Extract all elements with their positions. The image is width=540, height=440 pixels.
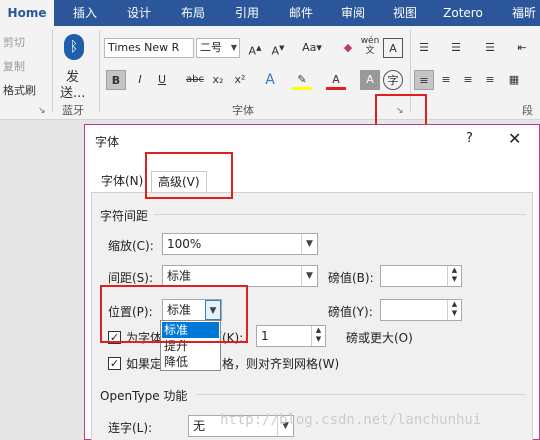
tab-design[interactable]: 设计: [118, 0, 160, 26]
change-case-icon[interactable]: Aa▾: [298, 38, 326, 58]
subscript-button[interactable]: x₂: [208, 70, 228, 90]
ligature-label: 连字(L):: [108, 421, 153, 435]
spinner-arrows-icon[interactable]: ▲ ▼: [447, 266, 461, 286]
align-left-icon[interactable]: ≡: [414, 70, 434, 90]
italic-button[interactable]: I: [130, 70, 150, 90]
strikethrough-button[interactable]: abc: [182, 70, 208, 90]
character-border-icon[interactable]: A: [383, 38, 403, 58]
font-name-combo[interactable]: Times New R: [104, 38, 194, 58]
align-center-icon[interactable]: ≡: [436, 70, 456, 90]
watermark: http://blog.csdn.net/lanchunhui: [220, 412, 482, 428]
advanced-tab-highlight: [145, 152, 233, 199]
ribbon-tab-bar: Home 插入 设计 布局 引用 邮件 审阅 视图 Zotero 福昕: [0, 0, 540, 26]
snap-to-grid-checkbox[interactable]: ✓: [108, 357, 121, 370]
bluetooth-group-label: 蓝牙: [62, 104, 84, 117]
kerning-suffix: 磅或更大(O): [346, 331, 413, 345]
scale-combo[interactable]: 100% ▼: [162, 233, 318, 255]
decrease-indent-icon[interactable]: ⇤: [512, 38, 532, 58]
position-points-spinner[interactable]: ▲ ▼: [380, 299, 462, 321]
underline-button[interactable]: U: [152, 70, 172, 90]
help-icon[interactable]: ?: [466, 131, 473, 146]
font-name-value: Times New R: [108, 41, 180, 54]
snap-to-grid-label: 如果定义了文档网格，则对齐到网格(W): [126, 357, 340, 371]
copy-button[interactable]: 复制: [3, 58, 25, 74]
kerning-value: 1: [261, 329, 269, 343]
spacing-combo[interactable]: 标准 ▼: [162, 265, 318, 287]
text-effects-icon[interactable]: A: [260, 70, 280, 90]
clear-formatting-icon[interactable]: ◆: [338, 38, 358, 58]
position-points-label: 磅值(Y):: [328, 305, 373, 319]
spacing-label: 间距(S):: [108, 271, 154, 285]
tab-zotero[interactable]: Zotero: [436, 0, 490, 26]
spacing-value: 标准: [167, 269, 192, 283]
bluetooth-icon[interactable]: ᛒ: [64, 34, 84, 60]
char-spacing-section-title: 字符间距: [100, 209, 149, 223]
distributed-icon[interactable]: ▦: [504, 70, 524, 90]
tab-insert[interactable]: 插入: [64, 0, 106, 26]
phonetic-guide-icon[interactable]: wén 文: [360, 36, 380, 56]
justify-icon[interactable]: ≡: [480, 70, 500, 90]
align-right-icon[interactable]: ≡: [458, 70, 478, 90]
font-size-combo[interactable]: 二号 ▼: [196, 38, 240, 58]
enclose-characters-icon[interactable]: 字: [383, 70, 403, 90]
section-divider: [196, 394, 526, 395]
opentype-section-title: OpenType 功能: [100, 389, 188, 403]
font-color-icon[interactable]: A: [326, 70, 346, 90]
bullets-icon[interactable]: ☰: [414, 38, 434, 58]
bold-button[interactable]: B: [106, 70, 126, 90]
chevron-down-icon: ▼: [230, 43, 237, 52]
tab-foxit[interactable]: 福昕: [504, 0, 540, 26]
tab-references[interactable]: 引用: [226, 0, 268, 26]
separator: [99, 30, 100, 112]
clipboard-launcher-icon[interactable]: ↘: [38, 106, 46, 116]
numbering-icon[interactable]: ☰: [446, 38, 466, 58]
character-shading-icon[interactable]: A: [360, 70, 380, 90]
multilevel-list-icon[interactable]: ☰: [480, 38, 500, 58]
close-icon[interactable]: ✕: [508, 129, 521, 148]
cut-button[interactable]: 剪切: [3, 34, 25, 50]
section-divider: [154, 214, 526, 215]
grow-font-icon[interactable]: A▲: [245, 38, 265, 58]
tab-home[interactable]: Home: [0, 0, 54, 26]
ribbon-body: 剪切 复制 格式刷 ↘ ᛒ 发 送... 蓝牙 Times New R 二号 ▼…: [0, 26, 540, 133]
tab-review[interactable]: 审阅: [332, 0, 374, 26]
position-option-lowered[interactable]: 降低: [162, 354, 219, 370]
ligature-value: 无: [193, 419, 206, 433]
spacing-points-label: 磅值(B):: [328, 271, 374, 285]
chevron-down-icon[interactable]: ▼: [301, 266, 317, 286]
font-size-value: 二号: [200, 41, 222, 54]
tab-layout[interactable]: 布局: [172, 0, 214, 26]
scale-label: 缩放(C):: [108, 239, 154, 253]
highlight-color-icon[interactable]: ✎: [292, 70, 312, 90]
shrink-font-icon[interactable]: A▼: [268, 38, 288, 58]
send-label-2[interactable]: 送...: [60, 82, 85, 101]
scale-value: 100%: [167, 237, 202, 251]
format-painter-button[interactable]: 格式刷: [3, 82, 36, 98]
tab-font[interactable]: 字体(N): [95, 171, 149, 193]
superscript-button[interactable]: x²: [230, 70, 250, 90]
dialog-title: 字体: [95, 135, 120, 149]
position-highlight: [100, 285, 248, 343]
spinner-arrows-icon[interactable]: ▲ ▼: [447, 300, 461, 320]
separator: [52, 30, 53, 112]
spacing-points-spinner[interactable]: ▲ ▼: [380, 265, 462, 287]
tab-view[interactable]: 视图: [384, 0, 426, 26]
tab-mailings[interactable]: 邮件: [280, 0, 322, 26]
font-group-label: 字体: [232, 104, 254, 117]
spinner-arrows-icon[interactable]: ▲ ▼: [311, 326, 325, 346]
chevron-down-icon[interactable]: ▼: [301, 234, 317, 254]
kerning-spinner[interactable]: 1 ▲ ▼: [256, 325, 326, 347]
launcher-highlight: [375, 94, 427, 128]
